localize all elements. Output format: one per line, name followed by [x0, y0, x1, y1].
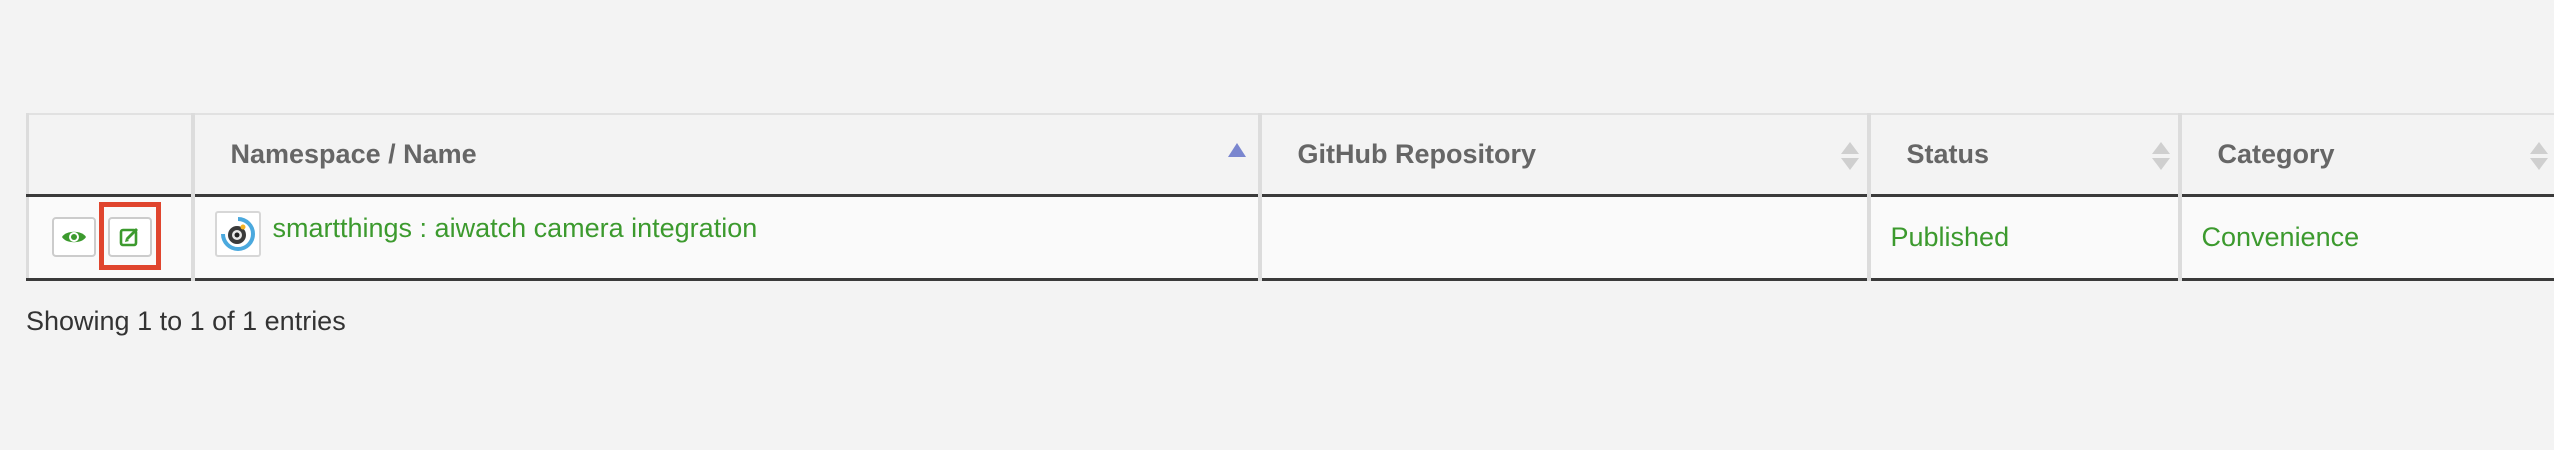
table-info: Showing 1 to 1 of 1 entries: [26, 306, 346, 336]
app-name-link[interactable]: smartthings : aiwatch camera integration: [273, 211, 758, 245]
column-header-label: Category: [2217, 138, 2335, 169]
row-category-cell: Convenience: [2177, 195, 2554, 281]
row-actions-cell: [26, 195, 193, 281]
edit-button-highlight: [99, 201, 161, 270]
column-header-label: GitHub Repository: [1297, 138, 1537, 169]
category-text: Convenience: [2201, 221, 2360, 252]
column-header-category[interactable]: Category: [2177, 113, 2554, 197]
smartapps-table-wrapper: Namespace / Name GitHub Repository Statu…: [26, 113, 2554, 281]
eye-icon: [62, 231, 86, 242]
column-header-status[interactable]: Status: [1866, 113, 2180, 197]
camera-app-icon: [214, 210, 261, 257]
column-header-actions: [26, 113, 193, 197]
row-status-cell: Published: [1866, 195, 2180, 281]
sort-icon: [1840, 142, 1859, 172]
row-github-repository-cell: [1257, 195, 1869, 281]
table-row: smartthings : aiwatch camera integration…: [26, 195, 2554, 281]
table-header-row: Namespace / Name GitHub Repository Statu…: [26, 113, 2554, 197]
status-text: Published: [1890, 221, 2010, 252]
column-header-namespace-name[interactable]: Namespace / Name: [190, 113, 1260, 197]
sort-icon: [2151, 142, 2170, 172]
view-button[interactable]: [52, 216, 96, 257]
sort-icon: [2529, 142, 2548, 172]
row-name-cell: smartthings : aiwatch camera integration: [190, 195, 1260, 281]
smartapps-table: Namespace / Name GitHub Repository Statu…: [26, 113, 2554, 281]
column-header-github-repository[interactable]: GitHub Repository: [1257, 113, 1869, 197]
column-header-label: Namespace / Name: [230, 138, 477, 169]
sort-ascending-icon: [1227, 143, 1246, 157]
column-header-label: Status: [1906, 138, 1990, 169]
